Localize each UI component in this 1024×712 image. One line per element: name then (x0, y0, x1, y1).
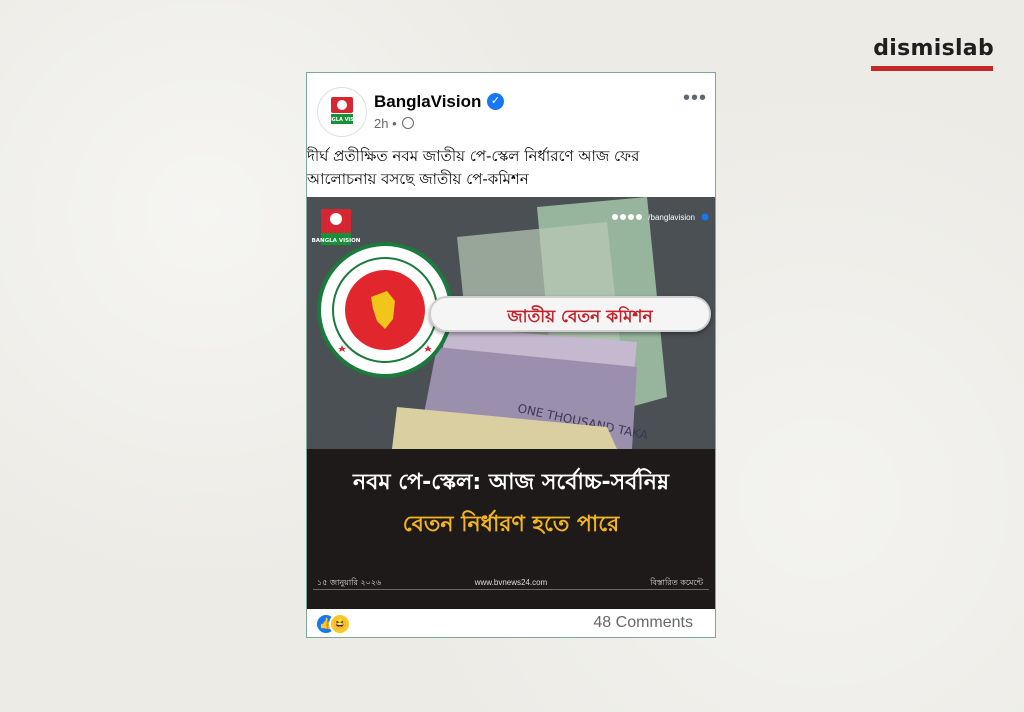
handle-text: /banglavision (648, 213, 695, 222)
image-headline-line-1: নবম পে-স্কেল: আজ সর্বোচ্চ-সর্বনিম্ন (352, 470, 669, 495)
post-caption: দীর্ঘ প্রতীক্ষিত নবম জাতীয় পে-স্কেল নির… (307, 145, 715, 195)
post-time[interactable]: 2h (374, 116, 388, 131)
comments-count[interactable]: 48 Comments (593, 614, 693, 632)
caption-line-1: দীর্ঘ প্রতীক্ষিত নবম জাতীয় পে-স্কেল নির… (307, 147, 640, 165)
image-details-note: বিস্তারিত কমেন্টে (650, 578, 703, 587)
brand-underline (871, 66, 993, 71)
post-meta: 2h • (374, 116, 415, 131)
commission-banner: জাতীয় বেতন কমিশন (429, 296, 711, 332)
post-image[interactable]: ONE THOUSAND TAKA BANGLA VISION /banglav… (307, 197, 715, 609)
post-header: BANGLA VISION BanglaVision ✓ 2h • ••• (307, 73, 715, 143)
reactions-summary[interactable]: 👍 😆 (315, 613, 355, 635)
avatar-label: BANGLA VISION (320, 117, 364, 123)
brand-name: dismislab (873, 36, 994, 61)
channel-logo-text: BANGLA VISION (312, 238, 361, 244)
haha-reaction-icon: 😆 (329, 613, 351, 635)
image-headline-line-2: বেতন নির্ধারণ হতে পারে (402, 512, 620, 537)
commission-banner-text: জাতীয় বেতন কমিশন (507, 307, 653, 327)
verified-icon: ✓ (487, 93, 504, 110)
caption-line-2: আলোচনায় বসছে জাতীয় পে-কমিশন (307, 170, 529, 188)
more-options-icon[interactable]: ••• (683, 87, 707, 110)
globe-icon (402, 117, 415, 129)
page-avatar[interactable]: BANGLA VISION (317, 87, 367, 137)
meta-separator: • (392, 116, 397, 131)
page-name[interactable]: BanglaVision (374, 92, 481, 112)
facebook-post: BANGLA VISION BanglaVision ✓ 2h • ••• দী… (306, 72, 716, 638)
